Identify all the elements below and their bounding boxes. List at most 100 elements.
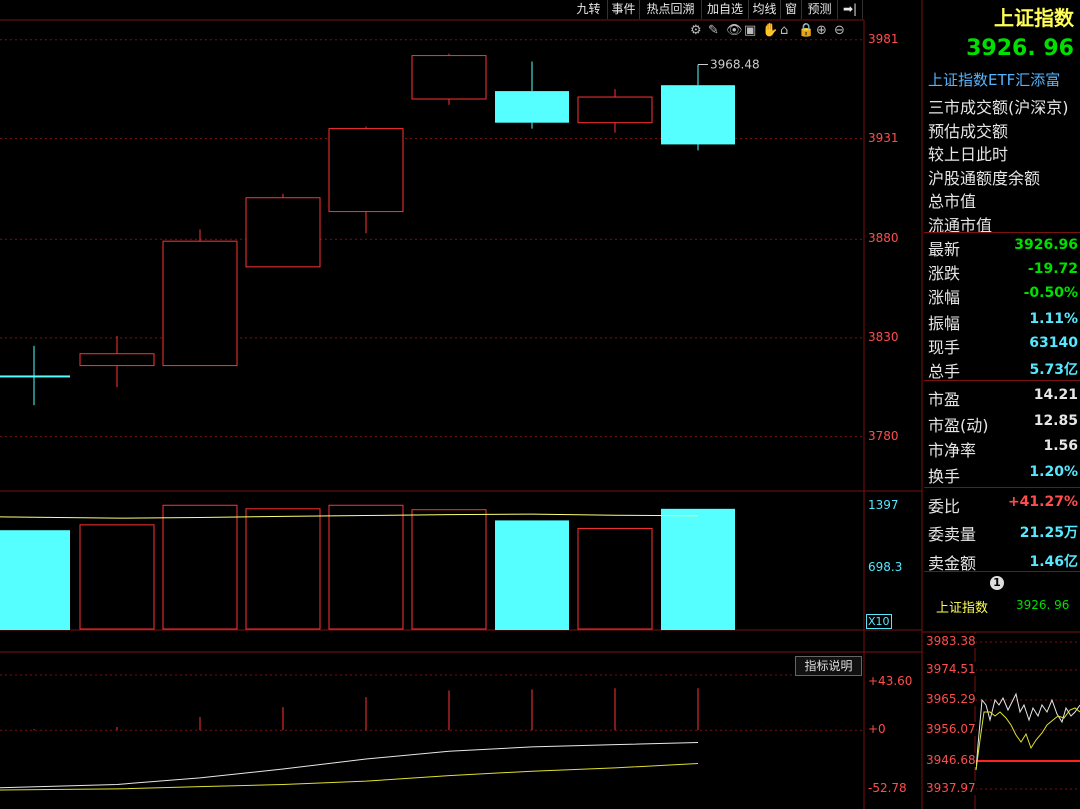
zoom-in-icon[interactable]: ⊕: [816, 23, 827, 38]
quote-label: 换手: [928, 467, 961, 486]
volume-unit-label: X10: [866, 614, 892, 629]
volume-bar: [79, 524, 155, 630]
volume-bar: [328, 504, 404, 630]
indicator-tick-label: +43.60: [868, 674, 913, 689]
mini-axis-label: 3946.68: [926, 753, 976, 767]
candle-body: [661, 85, 735, 145]
quote-label: 振幅: [928, 314, 961, 333]
candle-body: [577, 96, 653, 124]
volume-bar: [495, 520, 569, 630]
quote-value: 3926.96: [1014, 237, 1078, 253]
index-price: 3926. 96: [966, 36, 1074, 61]
candle-body: [328, 128, 404, 213]
mini-axis-label: 3937.97: [926, 781, 976, 795]
nine-turn-button[interactable]: 九转: [570, 0, 608, 19]
candle-body: [495, 91, 569, 123]
candle-body: [0, 375, 70, 378]
quote-value: 21.25万: [1019, 525, 1078, 541]
moving-average-button[interactable]: 均线: [749, 0, 781, 19]
eye-icon[interactable]: 👁: [726, 23, 743, 38]
candle-body: [411, 55, 487, 100]
price-tick-label: 3981: [868, 31, 899, 46]
info-row-label: 沪股通额度余额: [928, 168, 1041, 188]
mini-index-price: 3926. 96: [1016, 598, 1070, 612]
quote-value: 14.21: [1033, 387, 1078, 403]
quote-value: 1.11%: [1029, 311, 1078, 327]
indicator-tick-label: +0: [868, 722, 886, 737]
hot-review-button[interactable]: 热点回溯: [640, 0, 702, 19]
panel-divider: [924, 571, 1080, 572]
quote-value: 1.46亿: [1029, 554, 1078, 570]
volume-tick-label: 1397: [868, 497, 899, 512]
lock2-icon[interactable]: 🔒: [798, 23, 814, 38]
quote-header: 上证指数 3926. 96: [926, 0, 1080, 66]
panel-divider: [924, 487, 1080, 488]
indicator-tick-label: -52.78: [868, 780, 907, 795]
kline-chart-area[interactable]: 3968.48: [0, 0, 1080, 809]
quote-value: 12.85: [1033, 413, 1078, 429]
hand-icon[interactable]: ✋: [762, 23, 778, 38]
quote-label: 涨跌: [928, 264, 961, 283]
settings-icon[interactable]: ⚙: [690, 23, 702, 38]
volume-bar: [577, 527, 653, 630]
window-button[interactable]: 窗: [781, 0, 802, 19]
candle-body: [162, 240, 238, 367]
quote-value: -19.72: [1027, 261, 1078, 277]
volume-bar: [245, 508, 321, 630]
quote-value: -0.50%: [1023, 285, 1078, 301]
quote-label: 最新: [928, 240, 961, 259]
price-tick-label: 3931: [868, 130, 899, 145]
marker-badge[interactable]: 1: [990, 576, 1004, 590]
quote-label: 市净率: [928, 441, 977, 460]
add-favorite-button[interactable]: 加自选: [702, 0, 749, 19]
mini-axis-label: 3974.51: [926, 662, 976, 676]
index-title: 上证指数: [994, 6, 1074, 30]
volume-tick-label: 698.3: [868, 559, 903, 574]
volume-bar: [661, 508, 735, 630]
info-row-label: 预估成交额: [928, 121, 1009, 141]
info-row-label: 三市成交额(沪深京): [928, 98, 1069, 117]
zoom-out-icon[interactable]: ⊖: [834, 23, 845, 38]
mini-axis-label: 3956.07: [926, 722, 976, 736]
volume-bar: [0, 530, 70, 630]
volume-bar: [411, 509, 487, 630]
mini-axis-label: 3983.38: [926, 634, 976, 648]
panel-divider: [924, 380, 1080, 381]
event-button[interactable]: 事件: [608, 0, 640, 19]
brush-icon[interactable]: ✎: [708, 23, 719, 38]
quote-label: 总手: [928, 362, 961, 381]
panel-divider: [924, 232, 1080, 233]
etf-link[interactable]: 上证指数ETF汇添富: [928, 69, 1080, 90]
indicator-line-white: [0, 741, 699, 789]
quote-label: 委比: [928, 497, 961, 516]
quote-label: 现手: [928, 338, 961, 357]
home-icon[interactable]: ⌂: [780, 23, 788, 38]
price-tick-label: 3880: [868, 231, 899, 246]
quote-value: 5.73亿: [1029, 362, 1078, 378]
quote-label: 委卖量: [928, 525, 977, 544]
candle-body: [245, 197, 321, 268]
info-row-label: 较上日此时: [928, 145, 1009, 164]
quote-value: 63140: [1029, 335, 1078, 351]
quote-value: 1.20%: [1029, 464, 1078, 480]
indicator-line-yellow: [0, 762, 699, 791]
price-tick-label: 3780: [868, 428, 899, 443]
mini-price-line: [975, 692, 1080, 771]
quote-value: +41.27%: [1007, 494, 1078, 510]
top-toolbar: 九转 事件 热点回溯 加自选 均线窗预测 ➡|: [570, 0, 868, 20]
high-price-label: 3968.48: [710, 57, 760, 71]
quote-label: 市盈(动): [928, 416, 989, 435]
quote-value: 1.56: [1043, 438, 1078, 454]
volume-bar: [162, 504, 238, 630]
lock-icon[interactable]: ▣: [744, 23, 756, 38]
info-row-label: 总市值: [928, 192, 977, 211]
expand-button[interactable]: ➡|: [838, 0, 863, 19]
indicator-help-button[interactable]: 指标说明: [795, 656, 862, 676]
candle-body: [79, 353, 155, 367]
price-tick-label: 3830: [868, 329, 899, 344]
forecast-button[interactable]: 预测: [802, 0, 838, 19]
mini-axis-label: 3965.29: [926, 692, 976, 706]
mini-index-name: 上证指数: [936, 601, 989, 616]
quote-label: 涨幅: [928, 288, 961, 307]
quote-label: 市盈: [928, 390, 961, 409]
